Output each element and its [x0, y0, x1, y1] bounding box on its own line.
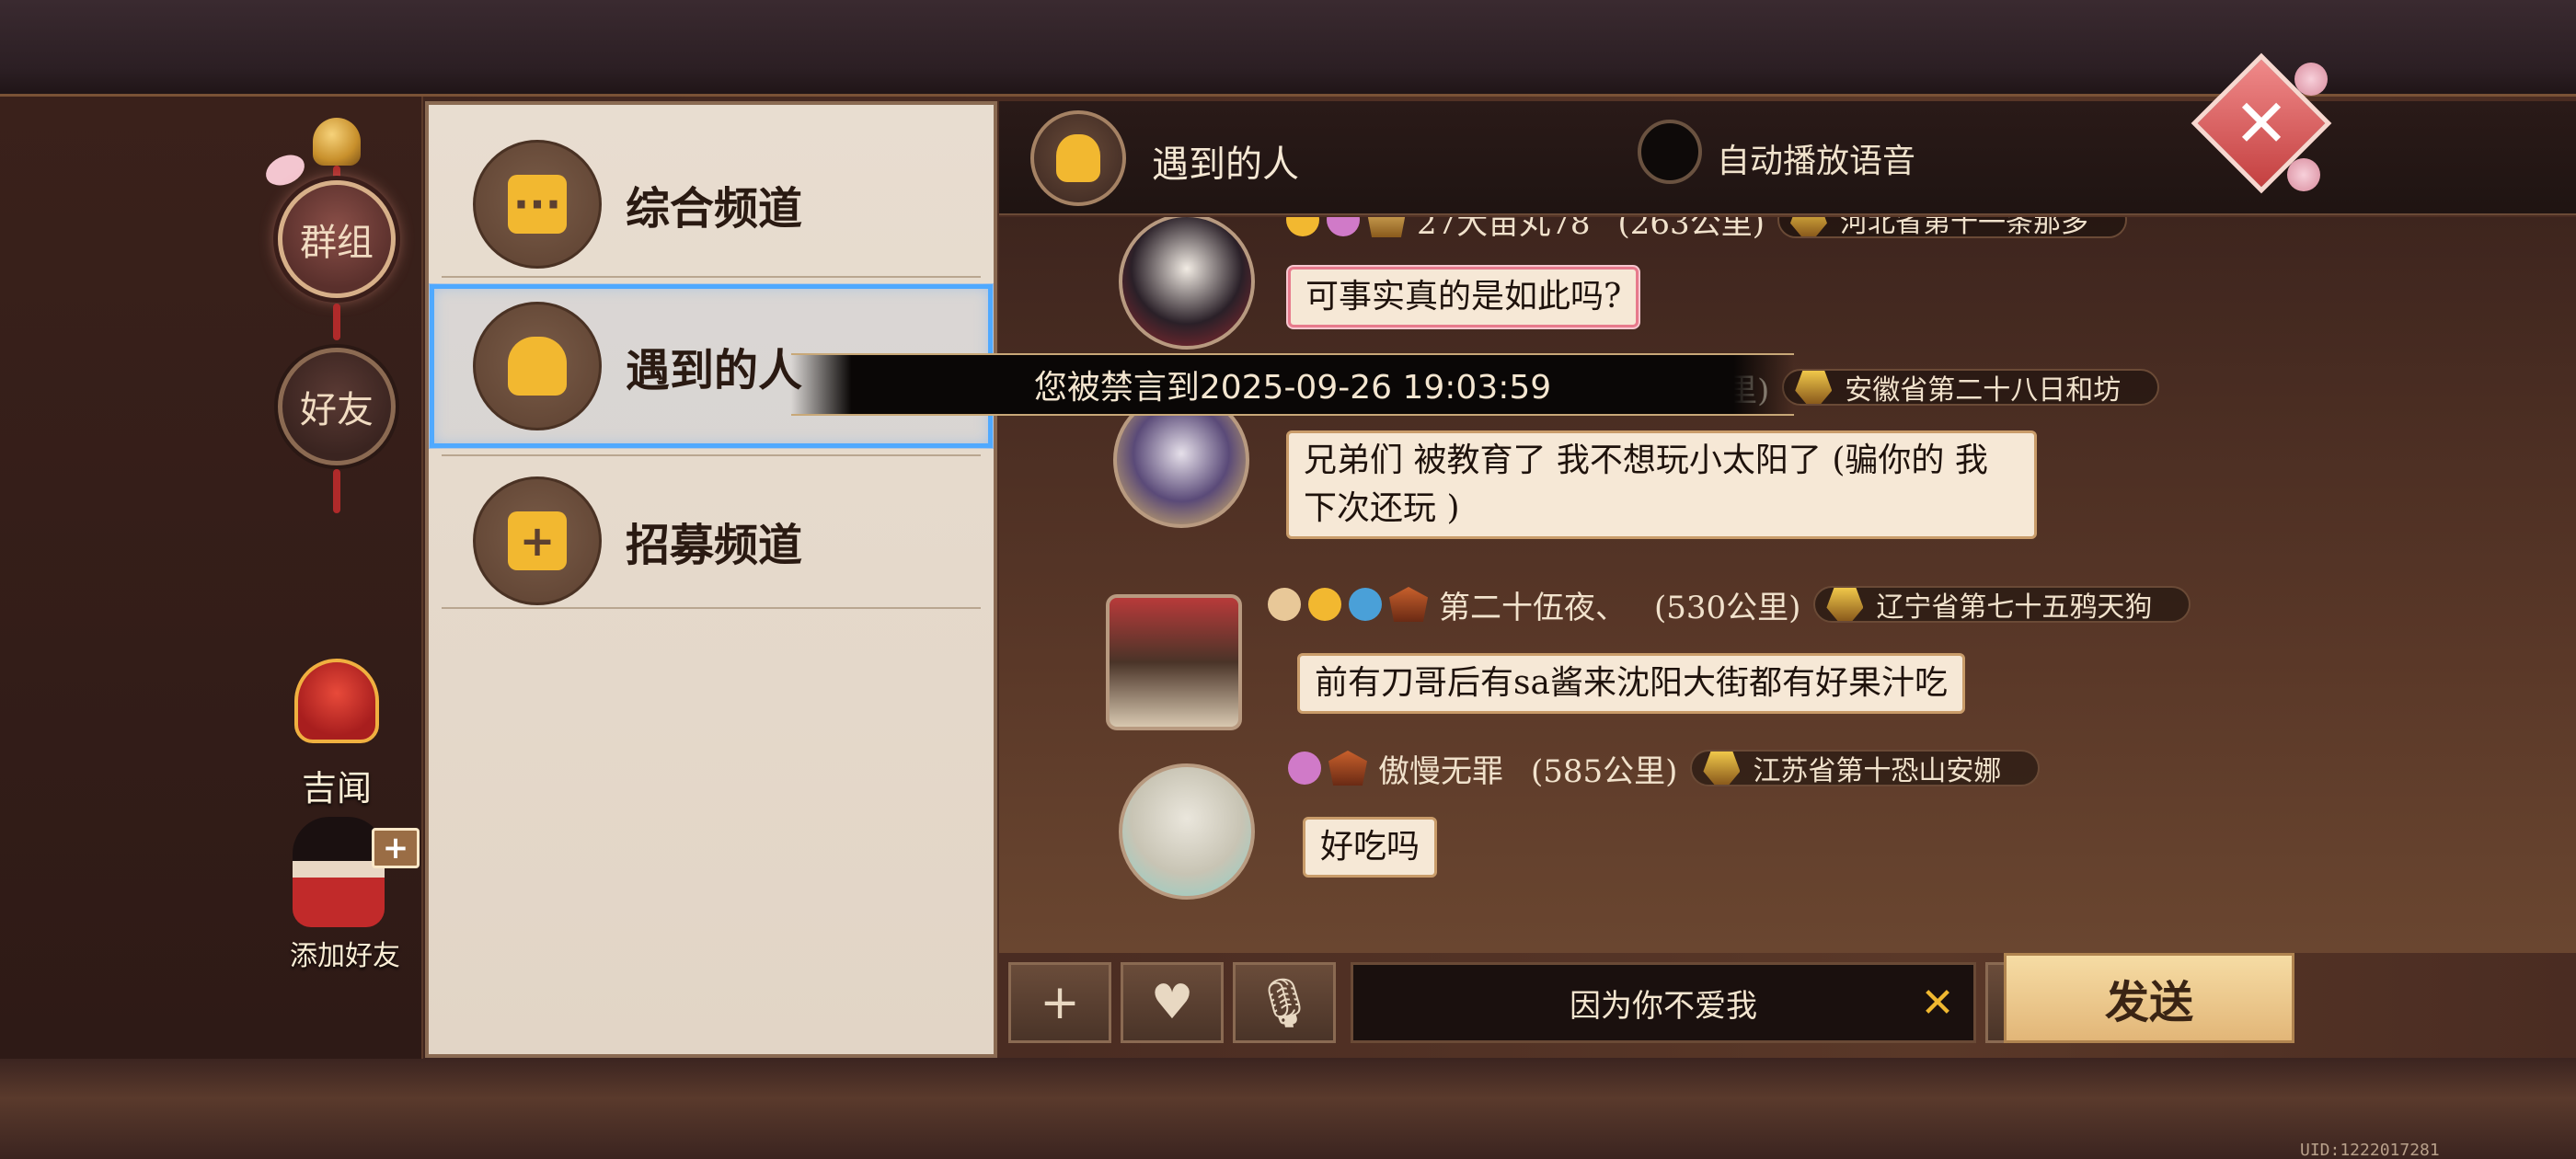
friends-tab[interactable]: 好友	[278, 348, 396, 465]
chat-bubbles-icon: ···	[473, 140, 602, 269]
news-lantern-icon[interactable]	[294, 659, 379, 743]
gender-female-icon	[1327, 217, 1360, 236]
message-info: 傲慢无罪 (585公里) 江苏省第十恐山安娜	[1288, 749, 2041, 790]
message-bubble[interactable]: 前有刀哥后有sa酱来沈阳大街都有好果汁吃	[1297, 653, 1965, 714]
bottom-background	[0, 1058, 2576, 1159]
friends-tab-label: 好友	[300, 389, 374, 431]
sender-name[interactable]: 傲慢无罪	[1378, 746, 1503, 791]
guild-tag[interactable]: 安徽省第二十八日和坊	[1782, 369, 2160, 407]
plus-icon: +	[1040, 975, 1080, 1030]
auto-voice-toggle[interactable]	[1638, 120, 1702, 184]
channel-label: 遇到的人	[626, 345, 803, 396]
gender-male-icon	[1349, 588, 1382, 621]
level-badge-icon	[1308, 588, 1341, 621]
guild-tag[interactable]: 江苏省第十恐山安娜	[1690, 750, 2041, 787]
chat-input[interactable]: 因为你不爱我	[1351, 962, 1976, 1043]
message-bubble[interactable]: 好吃吗	[1303, 817, 1438, 878]
title-badge-icon	[1268, 588, 1301, 621]
helmet-icon	[1795, 371, 1833, 404]
guild-name: 河北省第十一条那多	[1839, 217, 2088, 239]
guild-name: 江苏省第十恐山安娜	[1753, 755, 2002, 787]
uid-text: UID:1222017281	[2300, 1141, 2440, 1159]
chat-header: 遇到的人 自动播放语音	[999, 101, 2576, 215]
helmet-icon	[1703, 752, 1741, 785]
gender-female-icon	[1288, 752, 1321, 785]
chat-input-value: 因为你不爱我	[1570, 987, 1757, 1025]
sender-distance: (530公里)	[1654, 589, 1801, 626]
close-icon[interactable]: ✕	[2212, 74, 2311, 173]
sender-distance: (585公里)	[1531, 752, 1678, 790]
add-friend-plus-icon[interactable]: +	[372, 828, 420, 868]
group-tab-label: 群组	[300, 222, 374, 264]
plus-button[interactable]: +	[1008, 962, 1111, 1043]
crest-icon	[1328, 751, 1367, 786]
group-tab[interactable]: 群组	[278, 180, 396, 298]
tassel-decoration	[333, 469, 340, 513]
message-info: 第二十伍夜、 (530公里) 辽宁省第七十五鸦天狗	[1268, 582, 2191, 627]
crest-icon	[1367, 217, 1406, 237]
guild-tag[interactable]: 河北省第十一条那多	[1777, 217, 2127, 239]
mute-notice-toast: 您被禁言到2025-09-26 19:03:59	[791, 353, 1794, 416]
send-button[interactable]: 发送	[2004, 953, 2294, 1043]
auto-voice-label[interactable]: 自动播放语音	[1717, 134, 1915, 182]
message-bubble[interactable]: 兄弟们 被教育了 我不想玩小太阳了 (骗你的 我下次还玩 )	[1286, 430, 2037, 539]
add-friend-label[interactable]: 添加好友	[276, 933, 414, 973]
helmet-icon	[1826, 588, 1864, 621]
channel-label: 招募频道	[626, 520, 803, 571]
news-label[interactable]: 吉闻	[293, 760, 381, 810]
divider	[442, 454, 981, 456]
voice-button[interactable]: 🎙	[1233, 962, 1336, 1043]
sender-distance: (263公里)	[1617, 217, 1765, 242]
guild-tag[interactable]: 辽宁省第七十五鸦天狗	[1813, 586, 2191, 624]
guild-name: 辽宁省第七十五鸦天狗	[1876, 591, 2153, 624]
message-text: 兄弟们 被教育了 我不想玩小太阳了 (骗你的 我下次还玩 )	[1304, 442, 1988, 527]
heart-card-button[interactable]: ♥	[1121, 962, 1224, 1043]
bell-icon	[313, 118, 361, 166]
avatar[interactable]	[1119, 217, 1255, 350]
tassel-decoration	[333, 304, 340, 340]
avatar[interactable]	[1106, 594, 1242, 730]
clear-input-icon[interactable]: ✕	[1910, 975, 1965, 1030]
message-bubble[interactable]: 可事实真的是如此吗?	[1288, 267, 1639, 327]
top-background	[0, 0, 2576, 97]
banner-icon: +	[473, 476, 602, 605]
divider	[442, 276, 981, 278]
message-info: 27大苗丸78 (263公里) 河北省第十一条那多	[1286, 217, 2127, 242]
divider	[442, 607, 981, 609]
microphone-icon: 🎙	[1253, 975, 1315, 1031]
add-friend-character-icon[interactable]	[293, 817, 385, 927]
chat-title: 遇到的人	[1152, 143, 1299, 186]
channel-item-recruit[interactable]: + 招募频道	[429, 458, 994, 624]
heart-card-icon: ♥	[1150, 975, 1194, 1030]
crest-icon	[1389, 587, 1428, 622]
gourd-icon	[1030, 110, 1126, 206]
helmet-icon	[1789, 217, 1827, 236]
channel-label: 综合频道	[626, 183, 803, 235]
chat-message-list[interactable]: 27大苗丸78 (263公里) 河北省第十一条那多 可事实真的是如此吗? 里) …	[999, 217, 2576, 953]
sender-name[interactable]: 第二十伍夜、	[1439, 582, 1627, 627]
channel-item-general[interactable]: ··· 综合频道	[429, 121, 994, 287]
avatar[interactable]	[1119, 763, 1255, 900]
sender-name[interactable]: 27大苗丸78	[1417, 217, 1591, 243]
gourd-icon	[473, 302, 602, 430]
level-badge-icon	[1286, 217, 1319, 236]
channel-panel: ··· 综合频道 遇到的人 + 招募频道	[425, 101, 997, 1058]
guild-name: 安徽省第二十八日和坊	[1845, 374, 2122, 407]
